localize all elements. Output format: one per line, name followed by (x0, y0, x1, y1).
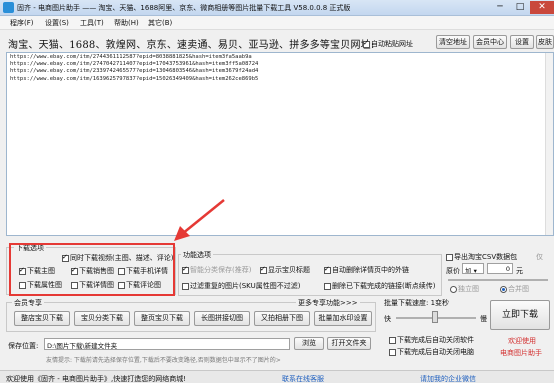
start-download-button[interactable]: 立即下载 (490, 300, 550, 330)
maximize-button[interactable]: □ (510, 1, 530, 14)
vertical-scrollbar[interactable] (545, 53, 553, 235)
member-title: 会员专享 (12, 298, 44, 308)
price-slider[interactable] (448, 279, 548, 281)
price-op-select[interactable]: 加 ▾ (462, 263, 484, 274)
filter-repeat-option[interactable]: 过滤重复的图片(SKU属性图不过滤) (182, 281, 300, 291)
auto-delete-links-option[interactable]: 自动删除详情页中的外链 (324, 265, 409, 275)
online-service-link[interactable]: 联系在线客服 (282, 374, 324, 383)
delete-downloaded-checkbox[interactable] (324, 282, 331, 290)
smart-classify-option[interactable]: 智能分类保存(推荐) (182, 265, 251, 275)
smart-classify-label: 智能分类保存(推荐) (190, 266, 252, 274)
speed-slow-label: 慢 (480, 315, 487, 323)
show-title-option[interactable]: 显示宝贝标题 (260, 265, 310, 275)
app-icon (3, 2, 14, 13)
menu-bar: 程序(F) 设置(S) 工具(T) 帮助(H) 其它(B) (0, 16, 554, 30)
price-unit: 元 (516, 267, 523, 275)
merged-image-radio[interactable] (500, 285, 507, 293)
independent-image-label: 独立图 (458, 285, 479, 293)
price-label: 原价 (446, 267, 460, 275)
url-line: https://www.ebay.com/itm/2747042711407?e… (10, 61, 259, 68)
keep-only-label: 仅 (536, 253, 543, 261)
save-hint: 友情提示: 下载前请先选择保存位置,下载后不要改变路径,否则数据包中显示不了图片… (46, 357, 281, 364)
auto-close-app-label: 下载完成后自动关闭软件 (397, 336, 474, 344)
auto-shutdown-label: 下载完成后自动关闭电脑 (397, 348, 474, 356)
merged-image-option[interactable]: 合并图 (500, 284, 529, 294)
auto-delete-links-label: 自动删除详情页中的外链 (332, 266, 409, 274)
menu-settings[interactable]: 设置(S) (45, 18, 69, 28)
auto-close-app-checkbox[interactable] (389, 336, 396, 344)
watermark-settings-button[interactable]: 批量加水印设置 (314, 311, 372, 326)
speed-fast-label: 快 (384, 315, 391, 323)
show-title-label: 显示宝贝标题 (268, 266, 310, 274)
close-button[interactable]: ✕ (530, 1, 554, 14)
auto-close-app-option[interactable]: 下载完成后自动关闭软件 (389, 335, 474, 345)
url-line: https://www.ebay.com/itm/1639625797837?e… (10, 75, 259, 82)
shop-download-button[interactable]: 整店宝贝下载 (14, 311, 70, 326)
delete-downloaded-option[interactable]: 删除已下载完成的链接(断点续传) (324, 281, 435, 291)
status-bar: 欢迎使用《固齐 - 电商图片助手》,快速打造您的网络商城! 联系在线客服 请加我… (0, 370, 554, 383)
highlight-frame (9, 243, 175, 296)
auto-paste-option[interactable]: 自动粘贴网址 (363, 39, 413, 49)
merged-image-label: 合并图 (508, 285, 529, 293)
delete-downloaded-label: 删除已下载完成的链接(断点续传) (332, 282, 436, 290)
window-title: 固齐 - 电商图片助手 —— 淘宝、天猫、1688阿里、京东、微商相册等图片批量… (17, 4, 351, 12)
open-folder-button[interactable]: 打开文件夹 (327, 337, 371, 350)
price-value-input[interactable]: 0 (487, 263, 513, 274)
function-options-title: 功能选项 (181, 250, 213, 260)
show-title-checkbox[interactable] (260, 265, 267, 274)
album-download-button[interactable]: 又拍相册下图 (254, 311, 310, 326)
title-bar: 固齐 - 电商图片助手 —— 淘宝、天猫、1688阿里、京东、微商相册等图片批量… (0, 0, 554, 16)
browse-button[interactable]: 浏览 (294, 337, 324, 350)
url-line: https://www.ebay.com/itm/2339742465577?e… (10, 68, 259, 75)
url-label: 淘宝、天猫、1688、敦煌网、京东、速卖通、易贝、亚马逊、拼多多等宝贝网址: (8, 40, 375, 51)
auto-shutdown-checkbox[interactable] (389, 348, 396, 356)
welcome-line-1: 欢迎使用 (508, 337, 536, 345)
independent-image-radio[interactable] (450, 285, 457, 293)
url-line: https://www.ebay.com/itm/2744361112587?e… (10, 54, 252, 60)
clear-address-button[interactable]: 清空地址 (436, 35, 470, 49)
menu-program[interactable]: 程序(F) (10, 18, 34, 28)
settings-button[interactable]: 设置 (510, 35, 534, 49)
filter-repeat-label: 过滤重复的图片(SKU属性图不过滤) (190, 282, 301, 290)
skin-button[interactable]: 皮肤 (536, 35, 554, 49)
status-message: 欢迎使用《固齐 - 电商图片助手》,快速打造您的网络商城! (6, 375, 187, 383)
welcome-line-2: 电商图片助手 (500, 349, 542, 357)
independent-image-option[interactable]: 独立图 (450, 284, 479, 294)
auto-delete-links-checkbox[interactable] (324, 265, 331, 274)
smart-classify-checkbox[interactable] (182, 265, 189, 274)
auto-paste-checkbox[interactable] (363, 39, 370, 48)
price-op-value: 加 (465, 267, 472, 274)
category-download-button[interactable]: 宝贝分类下载 (74, 311, 130, 326)
menu-other[interactable]: 其它(B) (148, 18, 172, 28)
auto-shutdown-option[interactable]: 下载完成后自动关闭电脑 (389, 347, 474, 357)
more-functions-link[interactable]: 更多专享功能>>> (296, 298, 360, 308)
export-csv-label: 导出淘宝CSV数据包 (454, 253, 518, 261)
url-input-area[interactable]: https://www.ebay.com/itm/2744361112587?e… (6, 52, 554, 236)
save-location-label: 保存位置: (8, 342, 39, 350)
filter-repeat-checkbox[interactable] (182, 282, 189, 290)
menu-help[interactable]: 帮助(H) (114, 18, 139, 28)
annotation-arrow-icon (174, 199, 225, 241)
speed-label: 批量下载速度: 1变秒 (384, 299, 450, 307)
long-image-splice-button[interactable]: 长图拼接切图 (194, 311, 250, 326)
member-center-button[interactable]: 会员中心 (473, 35, 507, 49)
export-csv-checkbox[interactable] (446, 253, 453, 261)
minimize-button[interactable]: ─ (490, 1, 510, 14)
wechat-link[interactable]: 请加我的企业微信 (420, 374, 476, 383)
menu-tools[interactable]: 工具(T) (80, 18, 104, 28)
speed-slider-thumb[interactable] (432, 311, 438, 323)
page-download-button[interactable]: 整页宝贝下载 (134, 311, 190, 326)
export-csv-option[interactable]: 导出淘宝CSV数据包 (446, 252, 517, 262)
url-bar: 淘宝、天猫、1688、敦煌网、京东、速卖通、易贝、亚马逊、拼多多等宝贝网址: 自… (0, 30, 554, 52)
auto-paste-label: 自动粘贴网址 (371, 40, 413, 48)
save-path-input[interactable]: D:\图片下载\新建文件夹 (44, 338, 290, 350)
